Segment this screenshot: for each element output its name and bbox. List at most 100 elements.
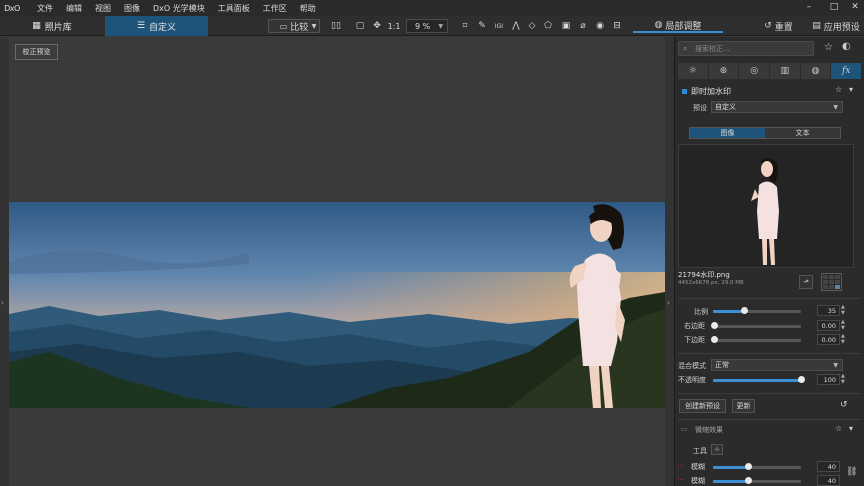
tab-effects[interactable]: fx [831, 63, 862, 79]
blur2-slider[interactable] [713, 477, 801, 484]
menu-workspace[interactable]: 工作区 [263, 3, 287, 14]
perspective-icon[interactable]: ⋀ [510, 19, 522, 33]
blend-mode-select[interactable]: 正常 ▼ [711, 359, 843, 371]
tab-photo-library[interactable]: ▦ 照片库 [0, 16, 104, 36]
preset-select[interactable]: 自定义 ▼ [711, 101, 843, 113]
compare-dropdown-icon[interactable]: ▼ [309, 19, 319, 33]
mode-image-button[interactable]: 图像 [690, 128, 765, 138]
tab-label: 照片库 [44, 22, 72, 33]
create-preset-button[interactable]: 创建新预设 [679, 399, 726, 413]
blur1-value-field[interactable]: 40 [817, 461, 840, 472]
bottom-margin-knob[interactable] [711, 336, 718, 343]
left-panel-toggle[interactable]: › [0, 37, 9, 486]
watermark-thumbnail [751, 158, 779, 265]
tab-geometry[interactable]: ▥ [770, 63, 800, 79]
blur2-slider-knob[interactable] [745, 477, 752, 484]
menu-optics[interactable]: DxO 光学模块 [153, 3, 205, 14]
blur2-value-field[interactable]: 40 [817, 475, 840, 486]
tab-detail[interactable]: ◎ [739, 63, 770, 79]
tab-light[interactable]: ☼ [678, 63, 708, 79]
minimize-icon[interactable]: – [804, 2, 814, 12]
tool-picker-icon[interactable]: ⊹ [711, 444, 723, 455]
proof-preview-button[interactable]: 校正预览 [15, 44, 58, 60]
pos-cell[interactable] [829, 280, 834, 284]
eyedropper-icon[interactable]: ✎ [476, 19, 488, 33]
scale-slider-knob[interactable] [741, 307, 748, 314]
fit-screen-icon[interactable]: ▢ [354, 19, 366, 33]
right-margin-field[interactable]: 0.00 [817, 320, 840, 331]
eraser-icon[interactable]: ⌀ [577, 19, 589, 33]
bottom-margin-field[interactable]: 0.00 [817, 334, 840, 345]
search-input[interactable]: ⌕ 搜索校正... [678, 41, 814, 56]
blur1-slider[interactable] [713, 463, 801, 470]
folder-icon: ⬏ [803, 278, 809, 286]
close-icon[interactable]: ✕ [850, 2, 860, 12]
menu-image[interactable]: 图像 [124, 3, 140, 14]
tab-customize[interactable]: ☰ 自定义 [105, 16, 208, 36]
right-margin-slider[interactable] [711, 322, 801, 329]
menu-help[interactable]: 帮助 [300, 3, 316, 14]
tab-local[interactable]: ◍ [800, 63, 831, 79]
mode-text-button[interactable]: 文本 [765, 128, 840, 138]
tab-color[interactable]: ⊛ [708, 63, 739, 79]
opacity-slider[interactable] [713, 376, 805, 383]
link-icon[interactable]: ⛓ [846, 467, 857, 477]
pos-cell[interactable] [823, 275, 828, 279]
section-menu-icon[interactable]: ▾ [849, 424, 853, 433]
star-icon[interactable]: ☆ [824, 42, 833, 53]
chevron-down-icon: ▼ [438, 22, 443, 30]
maximize-icon[interactable]: □ [829, 2, 839, 12]
position-grid[interactable] [821, 273, 842, 291]
pos-cell[interactable] [829, 285, 834, 289]
opacity-slider-knob[interactable] [798, 376, 805, 383]
ratio-1-1-button[interactable]: 1:1 [387, 19, 401, 33]
tilt-shift-title: 微缩效果 [695, 426, 723, 434]
pos-cell[interactable] [829, 275, 834, 279]
spin-down-icon[interactable]: ▼ [841, 380, 845, 385]
crop-icon[interactable]: ⌗ [459, 19, 471, 33]
menu-view[interactable]: 视图 [95, 3, 111, 14]
spin-down-icon[interactable]: ▼ [841, 326, 845, 331]
reset-icon[interactable]: ↺ [840, 400, 848, 410]
star-icon[interactable]: ☆ [835, 424, 842, 433]
scale-slider[interactable] [713, 307, 801, 314]
right-panel-toggle[interactable]: › [665, 37, 674, 486]
pos-cell[interactable] [835, 275, 840, 279]
right-margin-knob[interactable] [711, 322, 718, 329]
auto-horizon-icon[interactable]: IGI [492, 19, 506, 33]
menu-palettes[interactable]: 工具面板 [218, 3, 250, 14]
perspective-rect-icon[interactable]: ◇ [526, 19, 538, 33]
update-preset-button[interactable]: 更新 [732, 399, 755, 413]
image-canvas[interactable]: 校正预览 [9, 37, 665, 486]
bottom-margin-slider[interactable] [711, 336, 801, 343]
move-hand-icon[interactable]: ✥ [371, 19, 383, 33]
apply-preset-button[interactable]: ▤ 应用预设 [808, 19, 864, 33]
pos-cell-selected[interactable] [835, 285, 840, 289]
menu-file[interactable]: 文件 [37, 3, 53, 14]
opacity-value-field[interactable]: 100 [817, 374, 840, 385]
load-file-button[interactable]: ⬏ [799, 275, 813, 289]
enable-checkbox[interactable] [682, 89, 687, 94]
reset-button[interactable]: ↺ 重置 [756, 19, 801, 33]
divider [678, 298, 861, 299]
pos-cell[interactable] [823, 280, 828, 284]
perspective-8pt-icon[interactable]: ⬠ [542, 19, 554, 33]
pos-cell[interactable] [823, 285, 828, 289]
spin-down-icon[interactable]: ▼ [841, 311, 845, 316]
spin-down-icon[interactable]: ▼ [841, 340, 845, 345]
star-icon[interactable]: ☆ [835, 85, 842, 94]
blur1-slider-knob[interactable] [745, 463, 752, 470]
watermark-section-header[interactable]: 即时加水印 [682, 86, 731, 97]
toggle-icon[interactable]: ▭ [681, 425, 688, 433]
section-menu-icon[interactable]: ▾ [849, 85, 853, 94]
menu-edit[interactable]: 编辑 [66, 3, 82, 14]
mask-view-icon[interactable]: ⊟ [611, 19, 623, 33]
scale-value-field[interactable]: 35 [817, 305, 840, 316]
zoom-select[interactable]: 9 % ▼ [406, 19, 448, 33]
repair-icon[interactable]: ▣ [560, 19, 572, 33]
local-adjustments-button[interactable]: ◍ 局部调整 [633, 19, 723, 33]
split-view-icon[interactable]: ▯▯ [329, 19, 343, 33]
pos-cell[interactable] [835, 280, 840, 284]
eye-icon[interactable]: ◉ [594, 19, 606, 33]
toggle-icon[interactable]: ◐ [842, 41, 851, 52]
